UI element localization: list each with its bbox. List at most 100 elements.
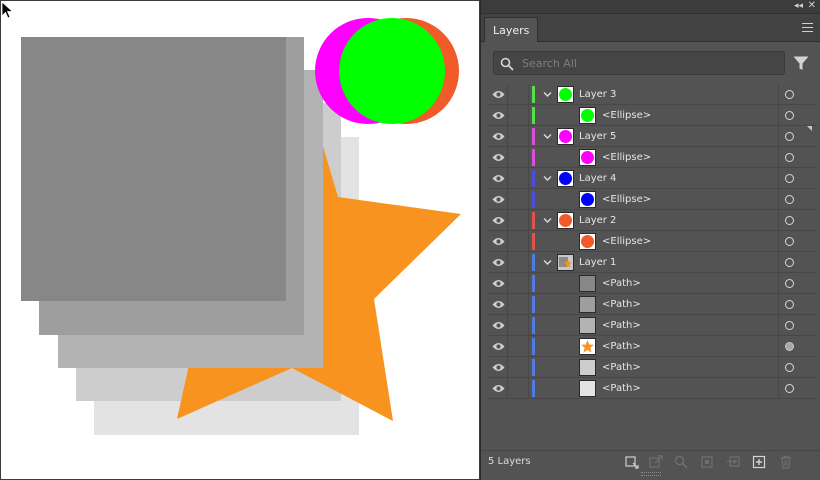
sublayer-row[interactable]: <Ellipse> <box>488 189 816 210</box>
locate-object-icon[interactable] <box>674 455 688 469</box>
visibility-toggle[interactable] <box>488 315 508 336</box>
sublayer-row[interactable]: <Path> <box>488 294 816 315</box>
chevron-down-icon[interactable] <box>543 175 552 182</box>
make-clipping-mask-icon[interactable] <box>700 455 714 469</box>
target-circle-icon <box>785 258 794 267</box>
export-icon[interactable] <box>649 455 663 469</box>
target-toggle[interactable] <box>778 147 799 168</box>
visibility-toggle[interactable] <box>488 273 508 294</box>
lock-toggle[interactable] <box>509 252 529 273</box>
lock-toggle[interactable] <box>509 189 529 210</box>
sublayer-name: <Path> <box>602 341 641 352</box>
visibility-toggle[interactable] <box>488 231 508 252</box>
layer-row[interactable]: Layer 1 <box>488 252 816 273</box>
target-toggle[interactable] <box>778 210 799 231</box>
panel-title-bar[interactable]: ◂◂ ✕ <box>481 0 820 14</box>
lock-toggle[interactable] <box>509 336 529 357</box>
search-input[interactable] <box>522 54 777 72</box>
sublayer-row[interactable]: <Path> <box>488 336 816 357</box>
panel-menu-icon[interactable] <box>802 23 813 32</box>
target-toggle[interactable] <box>778 315 799 336</box>
visibility-toggle[interactable] <box>488 105 508 126</box>
lock-toggle[interactable] <box>509 84 529 105</box>
visibility-toggle[interactable] <box>488 252 508 273</box>
selection-indicator-icon <box>807 126 812 131</box>
lock-toggle[interactable] <box>509 168 529 189</box>
target-toggle[interactable] <box>778 231 799 252</box>
sublayer-row[interactable]: <Ellipse> <box>488 231 816 252</box>
lock-toggle[interactable] <box>509 294 529 315</box>
target-toggle[interactable] <box>778 84 799 105</box>
sublayer-row[interactable]: <Ellipse> <box>488 147 816 168</box>
sublayer-row[interactable]: <Path> <box>488 378 816 399</box>
chevron-down-icon[interactable] <box>543 133 552 140</box>
lock-toggle[interactable] <box>509 315 529 336</box>
target-toggle[interactable] <box>778 273 799 294</box>
layer-color-bar <box>532 317 535 334</box>
layer-row[interactable]: Layer 2 <box>488 210 816 231</box>
visibility-toggle[interactable] <box>488 168 508 189</box>
layer-row[interactable]: Layer 5 <box>488 126 816 147</box>
chevron-down-icon[interactable] <box>543 217 552 224</box>
sublayer-name: <Path> <box>602 362 641 373</box>
sublayer-name: <Path> <box>602 299 641 310</box>
lock-toggle[interactable] <box>509 378 529 399</box>
new-layer-icon[interactable] <box>752 455 766 469</box>
chevron-down-icon[interactable] <box>543 259 552 266</box>
lock-toggle[interactable] <box>509 126 529 147</box>
lock-toggle[interactable] <box>509 231 529 252</box>
visibility-toggle[interactable] <box>488 126 508 147</box>
artboard-canvas[interactable] <box>0 0 480 480</box>
target-toggle[interactable] <box>778 294 799 315</box>
target-toggle[interactable] <box>778 168 799 189</box>
square-dark[interactable] <box>21 37 286 301</box>
collect-for-export-icon[interactable] <box>625 455 639 469</box>
lock-toggle[interactable] <box>509 273 529 294</box>
eye-icon <box>492 364 505 371</box>
target-circle-icon <box>785 153 794 162</box>
filter-icon[interactable] <box>793 56 809 71</box>
layer-thumbnail <box>579 359 596 376</box>
collapse-panel-icon[interactable]: ◂◂ <box>794 1 803 12</box>
lock-toggle[interactable] <box>509 357 529 378</box>
target-toggle[interactable] <box>778 378 799 399</box>
target-toggle[interactable] <box>778 189 799 210</box>
layer-row[interactable]: Layer 4 <box>488 168 816 189</box>
visibility-toggle[interactable] <box>488 147 508 168</box>
target-toggle[interactable] <box>778 105 799 126</box>
delete-layer-icon[interactable] <box>779 455 793 469</box>
target-circle-icon <box>785 216 794 225</box>
eye-icon <box>492 196 505 203</box>
layers-list: Layer 3 <Ellipse> Layer 5 <Ellipse> Laye… <box>488 84 816 400</box>
target-toggle[interactable] <box>778 357 799 378</box>
sublayer-row[interactable]: <Path> <box>488 357 816 378</box>
target-toggle[interactable] <box>778 336 799 357</box>
sublayer-row[interactable]: <Ellipse> <box>488 105 816 126</box>
lock-toggle[interactable] <box>509 210 529 231</box>
target-toggle[interactable] <box>778 126 799 147</box>
visibility-toggle[interactable] <box>488 336 508 357</box>
layer-name: Layer 5 <box>579 131 617 142</box>
lock-toggle[interactable] <box>509 147 529 168</box>
chevron-down-icon[interactable] <box>543 91 552 98</box>
ellipse-green[interactable] <box>339 18 445 124</box>
new-sublayer-icon[interactable] <box>726 455 740 469</box>
lock-toggle[interactable] <box>509 105 529 126</box>
layer-thumbnail <box>579 149 596 166</box>
visibility-toggle[interactable] <box>488 84 508 105</box>
visibility-toggle[interactable] <box>488 357 508 378</box>
visibility-toggle[interactable] <box>488 189 508 210</box>
search-box[interactable] <box>493 51 785 75</box>
target-circle-icon <box>785 342 794 351</box>
tab-layers[interactable]: Layers <box>484 17 539 42</box>
close-icon[interactable]: ✕ <box>808 0 816 12</box>
sublayer-row[interactable]: <Path> <box>488 273 816 294</box>
layer-color-bar <box>532 254 535 271</box>
panel-resize-grip[interactable] <box>641 472 661 476</box>
visibility-toggle[interactable] <box>488 378 508 399</box>
visibility-toggle[interactable] <box>488 210 508 231</box>
visibility-toggle[interactable] <box>488 294 508 315</box>
sublayer-row[interactable]: <Path> <box>488 315 816 336</box>
layer-row[interactable]: Layer 3 <box>488 84 816 105</box>
target-toggle[interactable] <box>778 252 799 273</box>
